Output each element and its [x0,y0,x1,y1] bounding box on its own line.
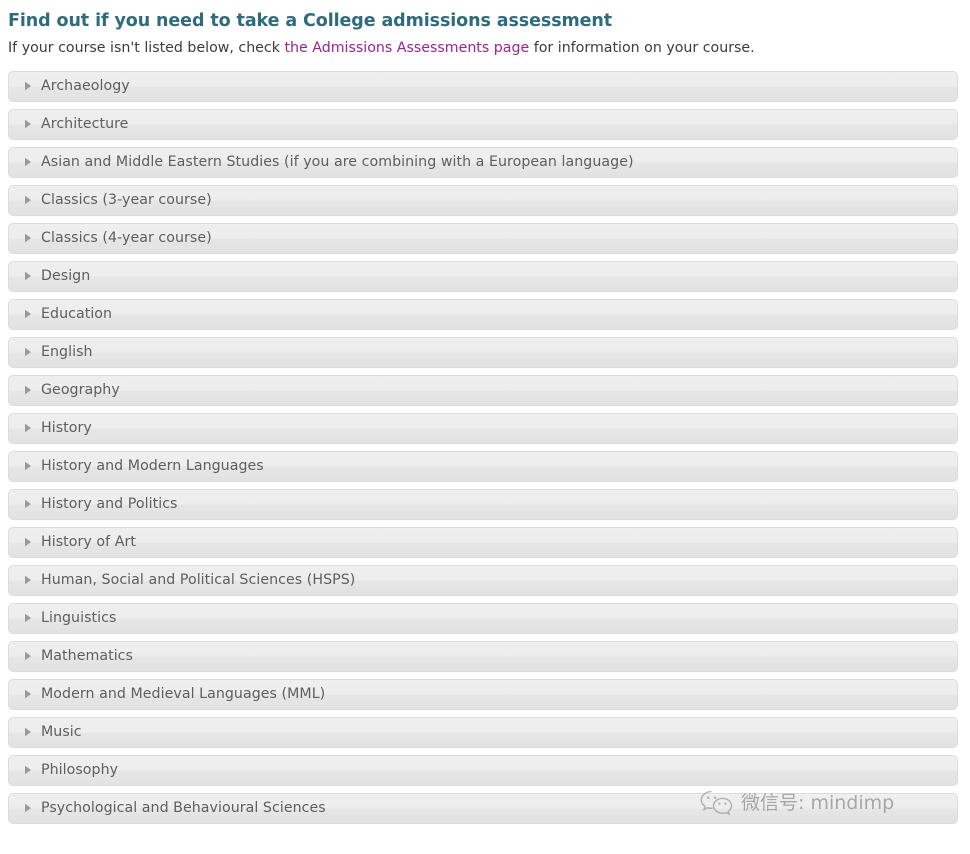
accordion-item[interactable]: Classics (3-year course) [8,184,958,216]
accordion-item[interactable]: Psychological and Behavioural Sciences [8,792,958,824]
accordion-item-label: English [41,344,93,361]
triangle-right-icon [23,490,32,519]
triangle-right-icon [23,376,32,405]
accordion-item[interactable]: Geography [8,374,958,406]
page-title: Find out if you need to take a College a… [8,11,613,31]
triangle-right-icon [23,414,32,443]
accordion-item-label: Psychological and Behavioural Sciences [41,800,326,817]
page-content: Find out if you need to take a College a… [0,0,970,824]
accordion-item[interactable]: Archaeology [8,70,958,102]
triangle-right-icon [23,718,32,747]
accordion-item[interactable]: Linguistics [8,602,958,634]
accordion-item-label: History and Politics [41,496,178,513]
accordion-item[interactable]: Education [8,298,958,330]
triangle-right-icon [23,148,32,177]
triangle-right-icon [23,642,32,671]
accordion-item[interactable]: Human, Social and Political Sciences (HS… [8,564,958,596]
triangle-right-icon [23,794,32,823]
accordion-item-label: Human, Social and Political Sciences (HS… [41,572,356,589]
accordion-item-label: Geography [41,382,120,399]
intro-paragraph: If your course isn't listed below, check… [8,39,958,58]
accordion-item[interactable]: History and Politics [8,488,958,520]
triangle-right-icon [23,604,32,633]
accordion-item-label: History of Art [41,534,136,551]
triangle-right-icon [23,756,32,785]
triangle-right-icon [23,72,32,101]
accordion-item[interactable]: English [8,336,958,368]
accordion-item[interactable]: Modern and Medieval Languages (MML) [8,678,958,710]
accordion-item-label: Modern and Medieval Languages (MML) [41,686,326,703]
triangle-right-icon [23,224,32,253]
accordion-item[interactable]: Asian and Middle Eastern Studies (if you… [8,146,958,178]
accordion-item-label: Classics (4-year course) [41,230,212,247]
triangle-right-icon [23,262,32,291]
triangle-right-icon [23,338,32,367]
accordion-item[interactable]: Design [8,260,958,292]
triangle-right-icon [23,566,32,595]
accordion-item[interactable]: History and Modern Languages [8,450,958,482]
admissions-assessments-link[interactable]: the Admissions Assessments page [284,40,529,56]
intro-text-before-link: If your course isn't listed below, check [8,39,285,56]
triangle-right-icon [23,528,32,557]
accordion-item-label: Asian and Middle Eastern Studies (if you… [41,154,634,171]
accordion-item-label: Linguistics [41,610,117,627]
triangle-right-icon [23,186,32,215]
accordion-item-label: Education [41,306,113,323]
accordion-item-label: History [41,420,92,437]
accordion-item[interactable]: Architecture [8,108,958,140]
accordion-item-label: Philosophy [41,762,119,779]
accordion-item-label: Music [41,724,82,741]
triangle-right-icon [23,110,32,139]
course-accordion: Archaeology Architecture Asian and Middle … [8,70,958,824]
accordion-item[interactable]: History of Art [8,526,958,558]
triangle-right-icon [23,452,32,481]
accordion-item-label: History and Modern Languages [41,458,264,475]
accordion-item[interactable]: Classics (4-year course) [8,222,958,254]
triangle-right-icon [23,680,32,709]
accordion-item[interactable]: Music [8,716,958,748]
accordion-item-label: Design [41,268,91,285]
accordion-item-label: Classics (3-year course) [41,192,212,209]
accordion-item-label: Architecture [41,116,129,133]
accordion-item[interactable]: Philosophy [8,754,958,786]
accordion-item-label: Archaeology [41,78,130,95]
accordion-item[interactable]: History [8,412,958,444]
intro-text-after-link: for information on your course. [529,39,755,56]
accordion-item-label: Mathematics [41,648,133,665]
accordion-item[interactable]: Mathematics [8,640,958,672]
triangle-right-icon [23,300,32,329]
